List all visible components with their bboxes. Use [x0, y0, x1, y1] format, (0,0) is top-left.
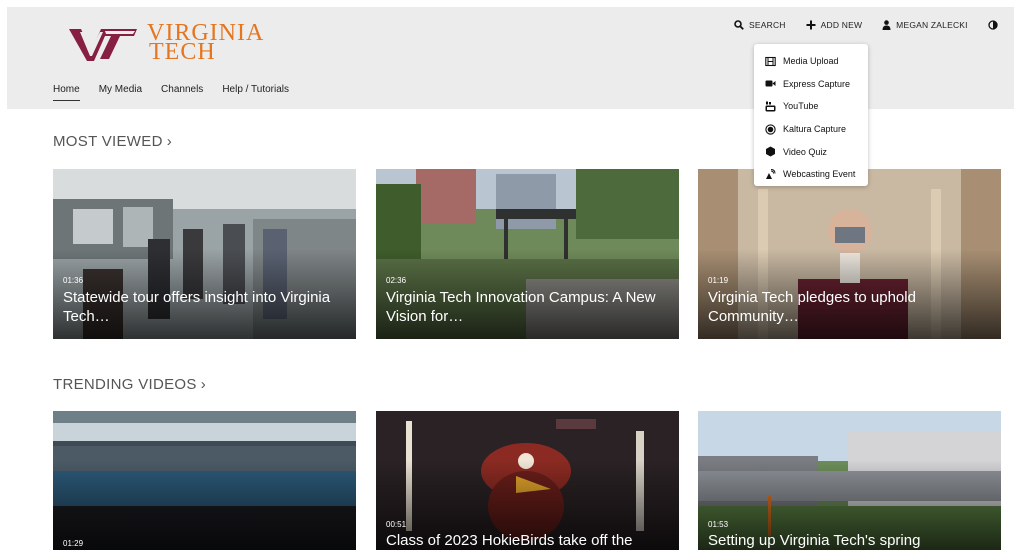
menu-item-label: Kaltura Capture — [783, 124, 847, 135]
add-new-label: ADD NEW — [820, 20, 863, 30]
menu-item-express-capture[interactable]: Express Capture — [754, 73, 868, 96]
record-icon — [765, 123, 776, 135]
add-new-button[interactable]: ADD NEW — [806, 20, 863, 30]
most-viewed-label: MOST VIEWED — [53, 133, 163, 150]
video-card[interactable]: 02:36 Virginia Tech Innovation Campus: A… — [376, 169, 679, 339]
video-title[interactable]: Statewide tour offers insight into Virgi… — [63, 288, 343, 326]
video-title[interactable]: Class of 2023 HokieBirds take off the — [386, 531, 666, 550]
nav-my-media[interactable]: My Media — [99, 84, 142, 101]
main-nav: Home My Media Channels Help / Tutorials — [53, 84, 289, 101]
menu-item-label: Webcasting Event — [783, 169, 856, 180]
search-icon — [734, 20, 744, 30]
vt-monogram-icon — [69, 29, 137, 61]
video-duration: 02:36 — [386, 276, 407, 285]
trending-videos-heading[interactable]: TRENDING VIDEOS › — [53, 376, 206, 393]
quiz-icon — [766, 146, 775, 157]
video-title[interactable]: Setting up Virginia Tech's spring — [708, 531, 988, 550]
chevron-right-icon: › — [200, 376, 206, 393]
video-card[interactable]: 01:36 Statewide tour offers insight into… — [53, 169, 356, 339]
video-duration: 01:19 — [708, 276, 729, 285]
nav-channels[interactable]: Channels — [161, 84, 203, 101]
youtube-icon — [765, 101, 776, 112]
video-card[interactable]: 00:51 Class of 2023 HokieBirds take off … — [376, 411, 679, 550]
nav-help-tutorials[interactable]: Help / Tutorials — [222, 84, 289, 101]
menu-item-video-quiz[interactable]: Video Quiz — [754, 140, 868, 163]
video-card[interactable]: 01:53 Setting up Virginia Tech's spring — [698, 411, 1001, 550]
menu-item-webcasting-event[interactable]: Webcasting Event — [754, 163, 868, 186]
most-viewed-heading[interactable]: MOST VIEWED › — [53, 133, 172, 150]
contrast-toggle[interactable] — [988, 20, 1003, 30]
menu-item-kaltura-capture[interactable]: Kaltura Capture — [754, 118, 868, 141]
video-card[interactable]: 01:29 — [53, 411, 356, 550]
thumbnail-gradient — [53, 460, 356, 550]
virginia-tech-logo[interactable]: VIRGINIA TECH — [67, 21, 264, 64]
video-camera-icon — [765, 80, 776, 87]
user-name: MEGAN ZALECKI — [896, 20, 968, 30]
menu-item-label: Media Upload — [783, 56, 839, 67]
video-title[interactable]: Virginia Tech pledges to uphold Communit… — [708, 288, 988, 326]
broadcast-icon — [766, 168, 776, 179]
nav-home[interactable]: Home — [53, 84, 80, 101]
add-new-menu: Media Upload Express Capture YouTube Kal… — [754, 44, 868, 186]
chevron-right-icon: › — [166, 133, 172, 150]
top-actions: SEARCH ADD NEW MEGAN ZALECKI — [734, 20, 1003, 30]
menu-item-youtube[interactable]: YouTube — [754, 95, 868, 118]
logo-wordmark: VIRGINIA TECH — [147, 21, 264, 64]
search-button[interactable]: SEARCH — [734, 20, 786, 30]
menu-item-media-upload[interactable]: Media Upload — [754, 50, 868, 73]
video-title[interactable]: Virginia Tech Innovation Campus: A New V… — [386, 288, 666, 326]
user-menu-button[interactable]: MEGAN ZALECKI — [882, 20, 968, 30]
menu-item-label: Express Capture — [783, 78, 851, 89]
search-label: SEARCH — [749, 20, 786, 30]
video-duration: 01:29 — [63, 539, 84, 548]
user-icon — [882, 20, 891, 30]
contrast-icon — [988, 20, 998, 30]
menu-item-label: YouTube — [783, 101, 819, 112]
video-duration: 01:36 — [63, 276, 84, 285]
video-duration: 00:51 — [386, 520, 407, 529]
film-icon — [765, 56, 776, 66]
plus-icon — [806, 20, 816, 30]
video-duration: 01:53 — [708, 520, 729, 529]
menu-item-label: Video Quiz — [783, 146, 827, 157]
video-card[interactable]: 01:19 Virginia Tech pledges to uphold Co… — [698, 169, 1001, 339]
trending-videos-label: TRENDING VIDEOS — [53, 376, 197, 393]
